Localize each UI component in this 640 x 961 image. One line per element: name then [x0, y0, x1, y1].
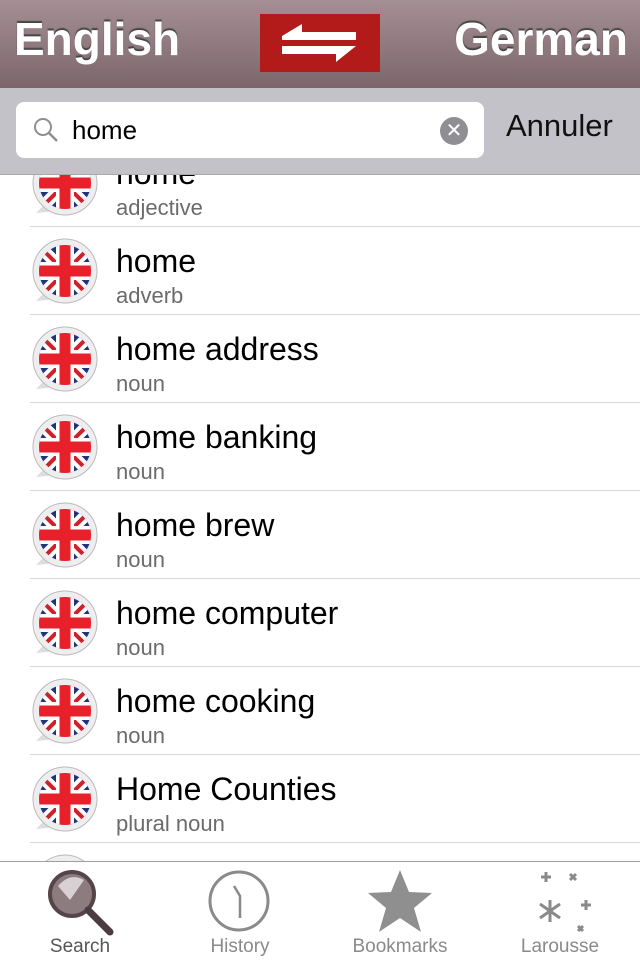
tab-bar: Search History Bookmarks Larousse — [0, 861, 640, 960]
result-word: home cooking — [116, 683, 316, 719]
uk-flag-icon — [32, 678, 98, 744]
tab-label: Bookmarks — [352, 936, 448, 957]
result-row[interactable]: home address noun — [30, 315, 640, 403]
result-row[interactable]: home computer noun — [30, 579, 640, 667]
tab-search[interactable]: Search — [0, 862, 160, 961]
result-part-of-speech: noun — [116, 371, 165, 396]
search-bar: ✕ Annuler — [0, 88, 640, 175]
result-row[interactable]: home cooking noun — [30, 667, 640, 755]
result-part-of-speech: plural noun — [116, 811, 225, 836]
result-row[interactable]: home adjective — [30, 175, 640, 227]
result-word: home computer — [116, 595, 339, 631]
result-part-of-speech: noun — [116, 723, 165, 748]
clock-icon — [208, 870, 270, 932]
result-word: home brew — [116, 507, 275, 543]
source-language[interactable]: English — [14, 12, 180, 66]
cancel-button[interactable]: Annuler — [506, 108, 613, 144]
search-field[interactable]: ✕ — [16, 102, 484, 158]
magnifier-icon — [48, 870, 114, 936]
swap-languages-button[interactable] — [260, 14, 380, 72]
language-header: English German — [0, 0, 640, 88]
tab-larousse[interactable]: Larousse — [480, 862, 640, 961]
tab-label: History — [210, 936, 270, 957]
result-part-of-speech: adjective — [116, 195, 203, 220]
result-part-of-speech: noun — [116, 635, 165, 660]
result-row[interactable] — [30, 843, 640, 861]
uk-flag-icon — [32, 766, 98, 832]
tab-history[interactable]: History — [160, 862, 320, 961]
uk-flag-icon — [32, 414, 98, 480]
uk-flag-icon — [45, 854, 85, 861]
uk-flag-icon — [32, 238, 98, 304]
result-word: home address — [116, 331, 319, 367]
uk-flag-icon — [32, 590, 98, 656]
star-icon — [368, 870, 432, 932]
result-row[interactable]: home brew noun — [30, 491, 640, 579]
target-language[interactable]: German — [454, 12, 628, 66]
result-word: home — [116, 243, 197, 279]
sparkle-icon — [539, 872, 591, 933]
results-list: homeadjectivehomeadverbhome addressnounh… — [0, 175, 640, 861]
uk-flag-icon — [32, 326, 98, 392]
search-icon — [34, 118, 58, 142]
uk-flag-icon — [32, 175, 98, 216]
tab-label: Larousse — [520, 936, 600, 957]
clear-search-button[interactable]: ✕ — [440, 117, 468, 145]
uk-flag-icon — [32, 502, 98, 568]
result-part-of-speech: noun — [116, 547, 165, 572]
swap-arrows-icon — [282, 24, 356, 62]
result-row[interactable]: home adverb — [30, 227, 640, 315]
tab-label: Search — [49, 936, 111, 957]
result-word: home banking — [116, 419, 318, 455]
result-part-of-speech: noun — [116, 459, 165, 484]
tab-bookmarks[interactable]: Bookmarks — [320, 862, 480, 961]
result-word: Home Counties — [116, 771, 337, 807]
search-input[interactable] — [72, 110, 432, 150]
result-row[interactable]: home banking noun — [30, 403, 640, 491]
result-word: home — [116, 175, 196, 192]
result-part-of-speech: adverb — [116, 283, 184, 308]
result-row[interactable]: Home Counties plural noun — [30, 755, 640, 843]
